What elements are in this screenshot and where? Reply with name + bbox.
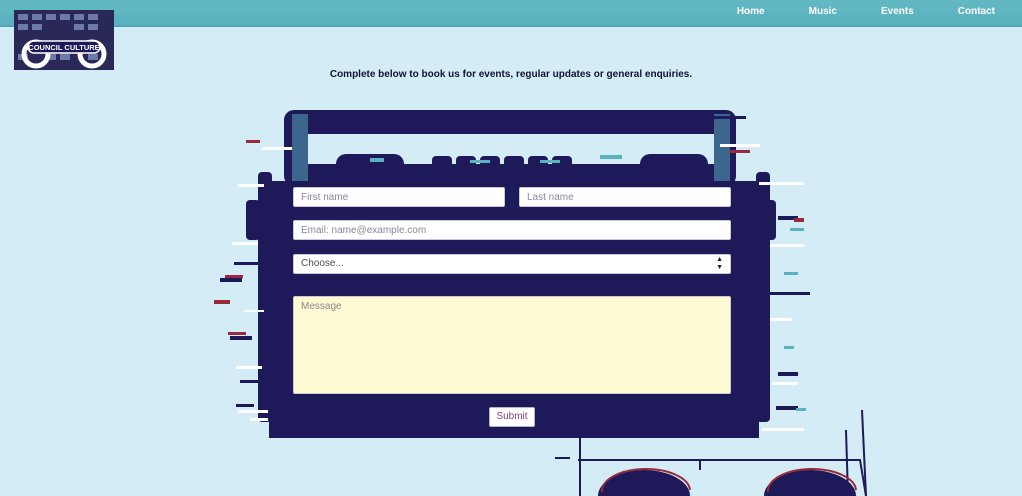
svg-text:COUNCIL CULTURE: COUNCIL CULTURE: [28, 43, 99, 52]
submit-button[interactable]: Submit: [489, 407, 535, 427]
nav-home-link[interactable]: Home: [737, 6, 765, 17]
intro-text: Complete below to book us for events, re…: [329, 69, 693, 80]
select-value: Choose...: [301, 258, 344, 269]
select-arrows-icon: ▲ ▼: [716, 256, 723, 271]
message-textarea[interactable]: [293, 296, 731, 394]
contact-form: Choose... ▲▼ Submit: [269, 181, 759, 438]
email-input[interactable]: [293, 220, 731, 240]
council-culture-logo[interactable]: COUNCIL CULTURE: [12, 8, 116, 72]
enquiry-type-select[interactable]: Choose... ▲ ▼: [293, 254, 731, 274]
nav-contact-link[interactable]: Contact: [958, 6, 995, 17]
nav-events-link[interactable]: Events: [881, 6, 914, 17]
first-name-input[interactable]: [293, 187, 505, 207]
nav-links: Home Music Events Contact: [693, 6, 995, 17]
nav-music-link[interactable]: Music: [809, 6, 837, 17]
top-navbar: Home Music Events Contact: [0, 0, 1022, 27]
last-name-input[interactable]: [519, 187, 731, 207]
